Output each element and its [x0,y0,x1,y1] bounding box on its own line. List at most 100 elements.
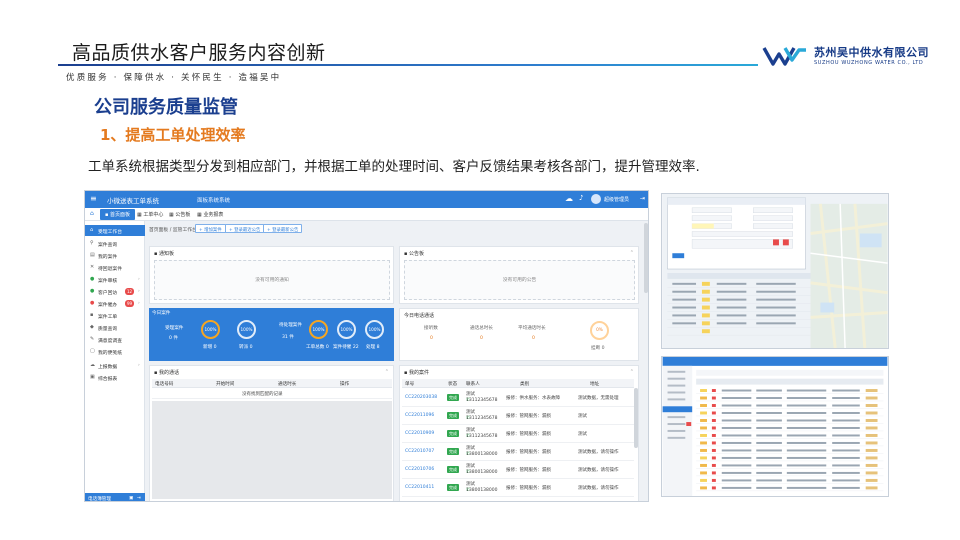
progress-ring: 100% [365,320,384,339]
gear-icon: ● [90,276,95,282]
contact-name: 测试 [466,428,475,433]
add-case-button[interactable]: + 增加案件 [195,224,226,233]
recent-notice-button[interactable]: + 登录最近公告 [225,224,265,233]
app-title: 小微送表工单系统 [107,197,159,205]
contact-name: 测试 [466,446,475,451]
panel-title: ▪ 我的案件 [404,370,429,376]
case-id[interactable]: CC22010707 [405,449,434,454]
table-row[interactable]: CC22010411 完成 测试 ✆ 13800138000 报修：管网服务：漏损 测试数… [402,479,634,497]
case-id[interactable]: CC22010411 [405,485,434,490]
table-row[interactable]: CC220203038 完成 测试 ✆ 13112345678 报修：供水服务：水表故障… [402,389,634,407]
company-name-en: SUZHOU WUZHONG WATER CO., LTD [814,60,924,66]
slide-title: 高品质供水客户服务内容创新 [72,42,326,64]
sidebar-item-workorder[interactable]: ▪ 案件工单 [85,310,145,321]
upload-icon: ☁ [90,362,95,368]
sidebar-footer[interactable]: 电话簿管理 ▣ ⇥ [85,493,145,501]
case-id[interactable]: CC22010706 [405,467,434,472]
user-name[interactable]: 超级管理员 [604,196,629,203]
table-row[interactable]: CC22010909 完成 测试 ✆ 13112345678 报修：管网服务：漏损 测试 [402,425,634,443]
sidebar-item-notes[interactable]: ▢ 我的便笺纸 [85,346,145,357]
case-id[interactable]: CC22010909 [405,431,434,436]
home-icon[interactable]: ⌂ [90,210,94,217]
tab-home-panel[interactable]: ▪ 首页面板 [100,209,135,220]
progress-ring: 0% [590,321,609,340]
chevron-icon: › [138,276,140,282]
breadcrumb: 首页面板 / 监管工作台 [149,228,197,233]
case-address: 测试数据，请勿操作 [578,468,619,473]
case-address: 测试 [578,432,587,437]
table-row[interactable]: CC22010706 完成 测试 ✆ 13800138000 报修：管网服务：漏损 测试数… [402,461,634,479]
panel-title: 今日电话通话 [404,313,435,319]
avatar[interactable] [591,194,601,204]
panel-collapse-icon[interactable]: ⌃ [385,369,389,375]
contact-name: 测试 [466,464,475,469]
contact-name: 测试 [466,482,475,487]
empty-bulletin: 没有可用的公告 [404,260,635,300]
progress-ring: 100% [309,320,328,339]
sidebar-item-case-search[interactable]: ⚲ 案件查询 [85,238,145,249]
sidebar-item-survey[interactable]: ✎ 满意度调查 [85,334,145,345]
panel-collapse-icon[interactable]: ⌃ [630,250,634,256]
case-id[interactable]: CC22011096 [405,413,434,418]
bell-icon[interactable]: ♪ [579,194,583,202]
sidebar-item-returned[interactable]: ✕ 待回退案件 [85,262,145,273]
scrollbar[interactable] [644,223,648,293]
slide-slogan: 优质服务 · 保障供水 · 关怀民生 · 造福吴中 [66,73,282,83]
status-badge: 完成 [447,430,459,437]
app-tabbar: ⌂ ▪ 首页面板 ▦ 工单中心 ▦ 公告板 ▦ 业务报表 [85,208,648,221]
contact-name: 测试 [466,410,475,415]
today-calls-panel: 今日电话通话 接听数 0 通话总时长 0 平均通话时长 0 0% 挂断 0 [399,308,639,361]
user-icon: ● [90,288,95,294]
sidebar-item-quality[interactable]: ◆ 质量查询 [85,322,145,333]
lock-icon[interactable]: ▣ [129,496,133,501]
table-row[interactable]: CC22011096 完成 测试 ✆ 13112345678 报修：管网服务：漏损 测试 [402,407,634,425]
company-logo-icon [762,47,806,66]
sidebar-item-review[interactable]: ● 案件审核 › [85,274,145,285]
sidebar-item-workbench[interactable]: ⌂ 受理工作台 [85,225,145,236]
sidebar-item-revisit[interactable]: ● 客户回访 12 › [85,286,145,297]
app-nav-system[interactable]: 面板系统系统 [197,196,230,204]
panel-title: 今日案件 [152,311,171,316]
menu-icon[interactable]: ≡ [90,194,97,203]
note-icon: ▢ [90,348,95,354]
case-type: 报修：管网服务：漏损 [506,450,551,455]
slide: 高品质供水客户服务内容创新 优质服务 · 保障供水 · 关怀民生 · 造福吴中 … [0,0,960,540]
sidebar-item-urge[interactable]: ● 案件催办 99 › [85,298,145,309]
progress-ring: 100% [237,320,256,339]
table-row[interactable]: CC22010707 完成 测试 ✆ 13800138000 报修：管网服务：漏损 测试数… [402,443,634,461]
chevron-icon: › [138,288,140,294]
sidebar-item-report[interactable]: ▣ 综合报表 [85,372,145,383]
chevron-icon: › [138,362,140,368]
panel-title: ▪ 我的通话 [154,370,179,376]
tab-bulletin[interactable]: ▦ 公告板 [169,211,190,218]
status-badge: 完成 [447,484,459,491]
panel-collapse-icon[interactable]: ⌃ [630,369,634,375]
exit-icon[interactable]: ⇥ [137,496,141,501]
tab-report[interactable]: ▦ 业务报表 [197,211,223,218]
scrollbar[interactable] [634,388,638,448]
alert-icon: ● [90,300,95,306]
table-header: 单号 状态 联系人 类别 地址 [402,379,634,388]
case-address: 测试数据，请勿操作 [578,486,619,491]
app-topbar: ≡ 小微送表工单系统 面板系统系统 ☁ ♪ 超级管理员 ⇥ [85,191,648,208]
badge: 99 [125,300,135,307]
notice-panel: ▪ 通知板 没有可用的通知 [149,246,394,304]
case-list-screenshot [661,356,889,497]
sidebar-item-upload[interactable]: ☁ 上报数据 › [85,360,145,371]
tab-workorder-center[interactable]: ▦ 工单中心 [137,211,163,218]
table-header: 电话号码 开始时间 通话时长 操作 [152,379,392,388]
latest-notice-button[interactable]: + 登录最新公告 [263,224,303,233]
sidebar-item-my-cases[interactable]: ▤ 我的案件 [85,250,145,261]
case-type: 报修：管网服务：漏损 [506,432,551,437]
sub-title: 1、提高工单处理效率 [100,126,246,144]
cloud-icon[interactable]: ☁ [565,194,573,203]
section-title: 公司服务质量监管 [94,97,238,118]
workorder-app-screenshot: ≡ 小微送表工单系统 面板系统系统 ☁ ♪ 超级管理员 ⇥ ⌂ ▪ 首页面板 ▦… [84,190,649,502]
status-badge: 完成 [447,466,459,473]
app-sidebar: ⌂ 受理工作台 ⚲ 案件查询 ▤ 我的案件 ✕ 待回退案件 ● 案件审核 › ● 客户回访 12… [85,221,145,501]
status-badge: 完成 [447,394,459,401]
contact-name: 测试 [466,392,475,397]
empty-row: 没有找到匹配的记录 [152,389,392,399]
case-id[interactable]: CC220203038 [405,395,437,400]
logout-icon[interactable]: ⇥ [640,195,645,202]
